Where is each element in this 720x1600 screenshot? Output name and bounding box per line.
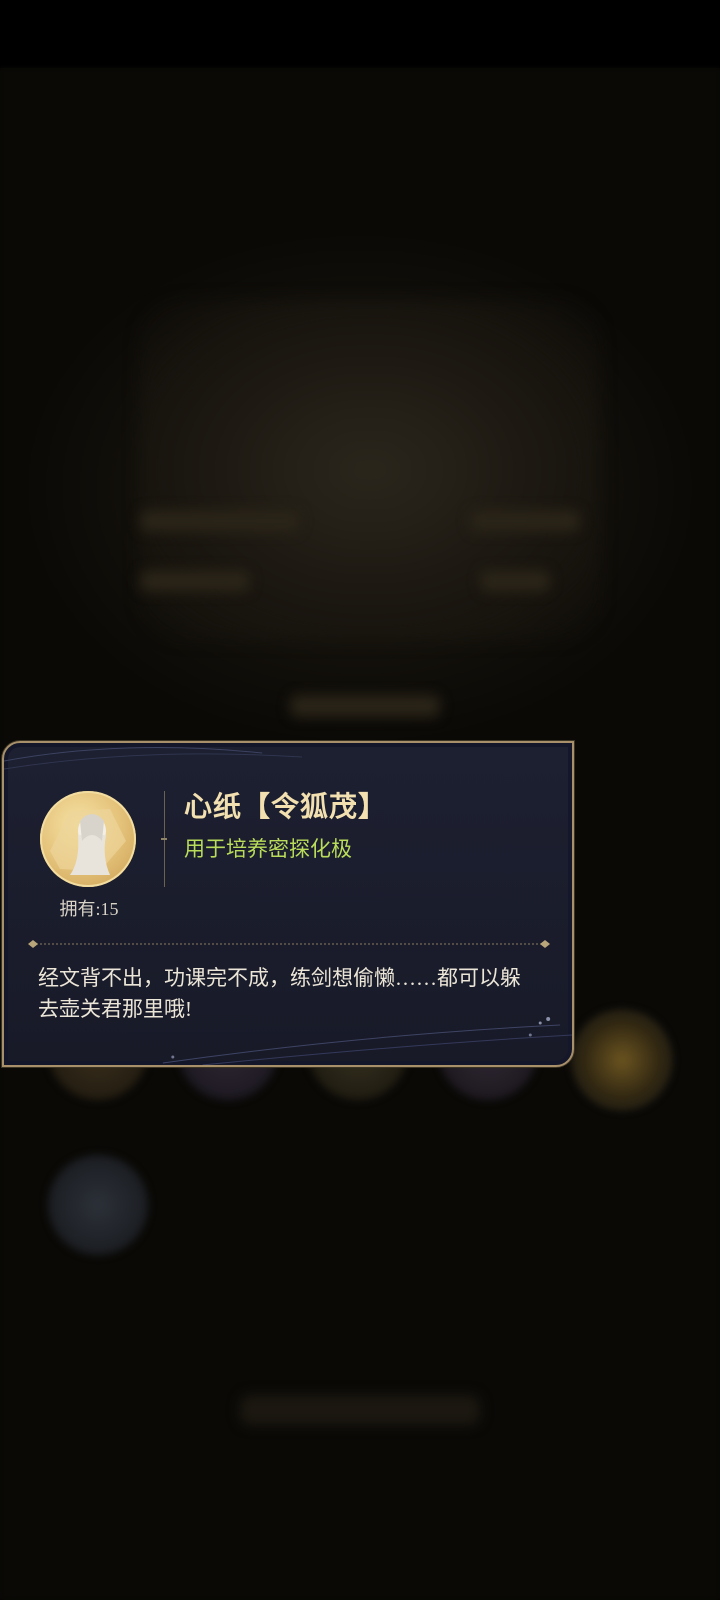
blurred-footer-text	[240, 1395, 480, 1425]
owned-count: 拥有:15	[59, 899, 119, 919]
blurred-item-slot[interactable]	[572, 1010, 672, 1110]
section-divider	[28, 940, 550, 948]
card-top-ornament	[4, 747, 302, 770]
item-name: 心纸【令狐茂】	[184, 792, 388, 823]
item-portrait-icon	[40, 791, 136, 887]
status-bar	[0, 0, 720, 68]
item-description: 经文背不出，功课完不成，练剑想偷懒……都可以躲去壶关君那里哦!	[38, 966, 521, 1021]
blurred-text-line	[140, 570, 250, 592]
header-divider-mark	[161, 838, 167, 840]
blurred-text-line	[480, 570, 550, 592]
blurred-text-line	[140, 510, 300, 532]
blurred-banner-title	[228, 340, 468, 420]
blurred-item-slot[interactable]	[48, 1155, 148, 1255]
blurred-text-line	[290, 695, 440, 717]
game-screen: 拥有:15 心纸【令狐茂】 用于培养密探化极 经文背不出，功课完不成，练剑想偷懒…	[0, 0, 720, 1600]
item-use-text: 用于培养密探化极	[184, 837, 352, 861]
item-detail-card: 拥有:15 心纸【令狐茂】 用于培养密探化极 经文背不出，功课完不成，练剑想偷懒…	[2, 741, 574, 1067]
blurred-text-line	[470, 510, 580, 532]
